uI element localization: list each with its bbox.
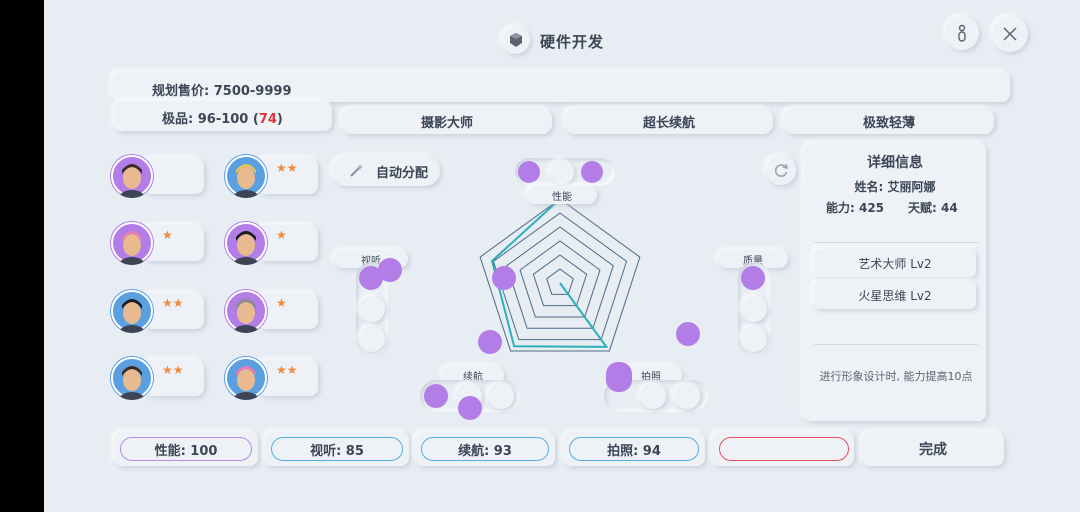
floating-avatar[interactable]	[492, 266, 516, 290]
cube-icon	[502, 26, 530, 54]
stat-photo: 拍照: 94	[569, 437, 699, 461]
empty-slot[interactable]	[741, 326, 767, 352]
refresh-button[interactable]	[766, 155, 796, 185]
star-rating: ★	[276, 228, 287, 242]
stat-perf: 性能: 100	[120, 437, 252, 461]
star-rating: ★	[276, 296, 287, 310]
tag-1[interactable]: 超长续航	[565, 108, 773, 134]
radar-label-perf: 性能	[527, 186, 597, 204]
staff-avatar[interactable]	[224, 221, 268, 265]
quality-label: 极品: 96-100 (74)	[162, 112, 283, 127]
staff-avatar[interactable]	[224, 154, 268, 198]
floating-avatar[interactable]	[378, 258, 402, 282]
empty-slot[interactable]	[674, 383, 700, 409]
staff-avatar[interactable]	[224, 289, 268, 333]
detail-title: 详细信息	[867, 155, 923, 171]
tag-2[interactable]: 极致轻薄	[784, 108, 994, 134]
slot-avatar[interactable]	[424, 384, 448, 408]
empty-slot[interactable]	[359, 326, 385, 352]
close-icon	[1003, 27, 1017, 41]
staff-avatar[interactable]	[110, 154, 154, 198]
detail-desc: 进行形象设计时, 能力提高10点	[819, 370, 973, 383]
empty-slot[interactable]	[741, 296, 767, 322]
slot-avatar[interactable]	[606, 362, 632, 392]
staff-avatar[interactable]	[110, 356, 154, 400]
detail-ability: 能力: 425	[826, 201, 885, 215]
star-rating: ★★	[162, 296, 184, 310]
star-rating: ★★	[276, 363, 298, 377]
radar-ring	[532, 254, 588, 307]
slot-avatar[interactable]	[518, 161, 540, 183]
divider	[814, 242, 978, 243]
empty-slot[interactable]	[488, 383, 514, 409]
divider	[814, 344, 978, 345]
stat-av: 视听: 85	[271, 437, 403, 461]
magic-wand-icon	[344, 159, 368, 183]
slot-avatar[interactable]	[741, 266, 765, 290]
star-rating: ★★	[162, 363, 184, 377]
radar-ring	[546, 268, 574, 295]
staff-avatar[interactable]	[110, 289, 154, 333]
stat-empty	[719, 437, 849, 461]
empty-slot[interactable]	[359, 296, 385, 322]
staff-avatar[interactable]	[224, 356, 268, 400]
key-icon[interactable]	[945, 16, 979, 50]
star-rating: ★★	[276, 161, 298, 175]
skill-1[interactable]: 火星思维 Lv2	[814, 281, 976, 309]
auto-assign-button[interactable]: 自动分配	[332, 156, 440, 186]
floating-avatar[interactable]	[478, 330, 502, 354]
empty-slot[interactable]	[550, 160, 574, 184]
detail-name: 姓名: 艾丽阿娜	[854, 180, 936, 194]
staff-avatar[interactable]	[110, 221, 154, 265]
radar-chart	[479, 198, 641, 352]
floating-avatar[interactable]	[458, 396, 482, 420]
empty-slot[interactable]	[640, 383, 666, 409]
done-button[interactable]: 完成	[862, 432, 1004, 466]
slot-avatar[interactable]	[581, 161, 603, 183]
floating-avatar[interactable]	[676, 322, 700, 346]
game-screen: 硬件开发 规划售价: 7500-9999 极品: 96-100 (74) 摄影大…	[44, 0, 1080, 512]
tag-0[interactable]: 摄影大师	[342, 108, 552, 134]
skill-0[interactable]: 艺术大师 Lv2	[814, 249, 976, 277]
page-title: 硬件开发	[540, 33, 605, 51]
close-button[interactable]	[992, 16, 1028, 52]
price-label: 规划售价: 7500-9999	[152, 84, 292, 99]
refresh-icon	[774, 163, 789, 177]
stat-battery: 续航: 93	[421, 437, 549, 461]
detail-talent: 天赋: 44	[908, 201, 958, 215]
quality-value: 74	[258, 112, 277, 127]
star-rating: ★	[162, 228, 173, 242]
